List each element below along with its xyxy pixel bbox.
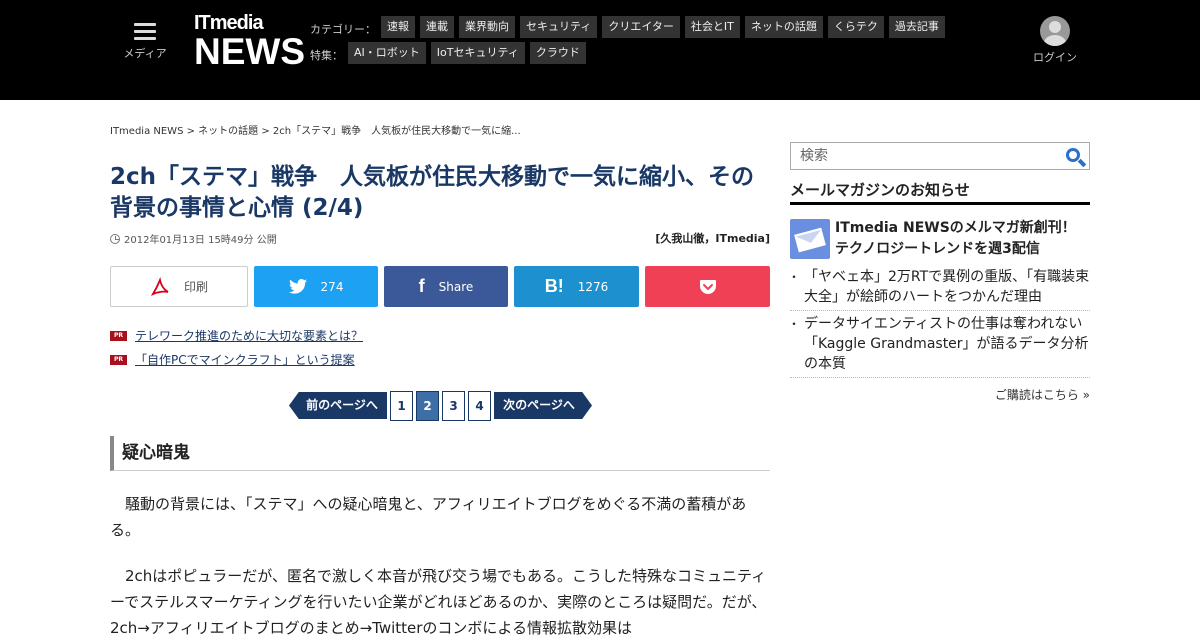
search-box bbox=[790, 142, 1090, 170]
article-title: 2ch「ステマ」戦争 人気板が住民大移動で一気に縮小、その背景の事情と心情 (2… bbox=[110, 164, 755, 221]
mail-icon bbox=[790, 219, 830, 259]
page-1[interactable]: 1 bbox=[390, 391, 413, 421]
feature-nav: AI・ロボット IoTセキュリティ クラウド bbox=[348, 42, 586, 64]
newsletter-item[interactable]: データサイエンティストの仕事は奪われない 「Kaggle Grandmaster… bbox=[788, 314, 1096, 378]
breadcrumb[interactable]: ITmedia NEWS > ネットの話題 > 2ch「ステマ」戦争 人気板が住… bbox=[110, 122, 521, 137]
pr-link-1[interactable]: PR テレワーク推進のために大切な要素とは？ bbox=[110, 327, 363, 344]
feature-label: 特集： bbox=[310, 49, 343, 62]
category-label: カテゴリー： bbox=[310, 23, 376, 36]
paragraph-2: 2chはポピュラーだが、匿名で激しく本音が飛び交う場でもある。こうした特殊なコミ… bbox=[110, 567, 767, 637]
hatena-count: 1276 bbox=[577, 279, 609, 294]
search-input[interactable] bbox=[791, 143, 1051, 169]
nav-category-3[interactable]: 業界動向 bbox=[459, 16, 515, 38]
nav-feature-1[interactable]: AI・ロボット bbox=[348, 42, 426, 64]
pr-link-text[interactable]: 「自作PCでマインクラフト」という提案 bbox=[135, 351, 355, 368]
nav-category-6[interactable]: 社会とIT bbox=[684, 16, 740, 38]
clock-icon bbox=[110, 234, 120, 244]
nav-category-7[interactable]: ネットの話題 bbox=[744, 16, 823, 38]
twitter-icon bbox=[288, 279, 307, 294]
page-4[interactable]: 4 bbox=[468, 391, 491, 421]
twitter-count: 274 bbox=[320, 279, 344, 294]
facebook-icon: f bbox=[418, 276, 425, 296]
newsletter-heading: メールマガジンのお知らせ bbox=[790, 179, 1090, 205]
publish-date: 2012年01月13日 15時49分 公開 bbox=[110, 231, 277, 246]
section-heading: 疑心暗鬼 bbox=[110, 436, 770, 471]
twitter-share-button[interactable]: 274 bbox=[254, 266, 378, 307]
pocket-button[interactable] bbox=[645, 266, 770, 307]
newsletter-item[interactable]: 「ヤベェ本」2万RTで異例の重版、「有職装束大全」が絵師のハートをつかんだ理由 bbox=[788, 267, 1090, 311]
paragraph-1: 騒動の背景には、「ステマ」への疑心暗鬼と、アフィリエイトブログをめぐる不満の蓄積… bbox=[110, 495, 747, 539]
nav-category-1[interactable]: 速報 bbox=[381, 16, 415, 38]
page-2-current[interactable]: 2 bbox=[416, 391, 439, 421]
print-button[interactable]: 印刷 bbox=[110, 266, 248, 307]
category-nav: 速報 連載 業界動向 セキュリティ クリエイター 社会とIT ネットの話題 くらテク 過去記事 bbox=[381, 16, 945, 38]
pr-badge: PR bbox=[110, 354, 127, 365]
nav-category-2[interactable]: 連載 bbox=[420, 16, 454, 38]
hatena-icon: B! bbox=[544, 276, 564, 296]
login-button[interactable]: ログイン bbox=[1030, 16, 1080, 65]
login-label: ログイン bbox=[1033, 51, 1077, 64]
print-label: 印刷 bbox=[183, 280, 208, 294]
pocket-icon bbox=[699, 279, 716, 294]
facebook-share-button[interactable]: f Share bbox=[384, 266, 508, 307]
nav-category-4[interactable]: セキュリティ bbox=[520, 16, 598, 38]
user-icon bbox=[1040, 16, 1070, 46]
pr-badge: PR bbox=[110, 330, 127, 341]
nav-feature-3[interactable]: クラウド bbox=[529, 42, 586, 64]
publish-date-text: 2012年01月13日 15時49分 公開 bbox=[124, 235, 277, 246]
nav-category-5[interactable]: クリエイター bbox=[602, 16, 680, 38]
facebook-label: Share bbox=[438, 279, 474, 294]
site-logo[interactable]: ITmedia NEWS bbox=[194, 12, 305, 72]
newsletter-title[interactable]: ITmedia NEWSのメルマガ新創刊！ テクノロジートレンドを週3配信 bbox=[835, 218, 1090, 260]
pr-link-2[interactable]: PR 「自作PCでマインクラフト」という提案 bbox=[110, 351, 355, 368]
hamburger-icon bbox=[134, 23, 156, 40]
media-menu-label: メディア bbox=[123, 47, 167, 60]
author-byline[interactable]: [久我山徹，ITmedia] bbox=[655, 230, 770, 246]
prev-page-button[interactable]: 前のページへ bbox=[289, 392, 387, 419]
pr-link-text[interactable]: テレワーク推進のために大切な要素とは？ bbox=[135, 327, 363, 344]
page-3[interactable]: 3 bbox=[442, 391, 465, 421]
nav-category-8[interactable]: くらテク bbox=[827, 16, 884, 38]
pdf-icon bbox=[150, 276, 169, 296]
hatena-bookmark-button[interactable]: B! 1276 bbox=[514, 266, 639, 307]
nav-feature-2[interactable]: IoTセキュリティ bbox=[430, 42, 525, 64]
media-menu-button[interactable]: メディア bbox=[122, 20, 168, 61]
nav-category-9[interactable]: 過去記事 bbox=[888, 16, 945, 38]
site-header: メディア ITmedia NEWS カテゴリー： 速報 連載 業界動向 セキュリティク… bbox=[0, 0, 1200, 100]
next-page-button[interactable]: 次のページへ bbox=[494, 392, 592, 419]
search-icon[interactable] bbox=[1066, 148, 1080, 162]
subscribe-link[interactable]: ご購読はこちら » bbox=[995, 386, 1090, 403]
logo-news: NEWS bbox=[194, 31, 305, 72]
